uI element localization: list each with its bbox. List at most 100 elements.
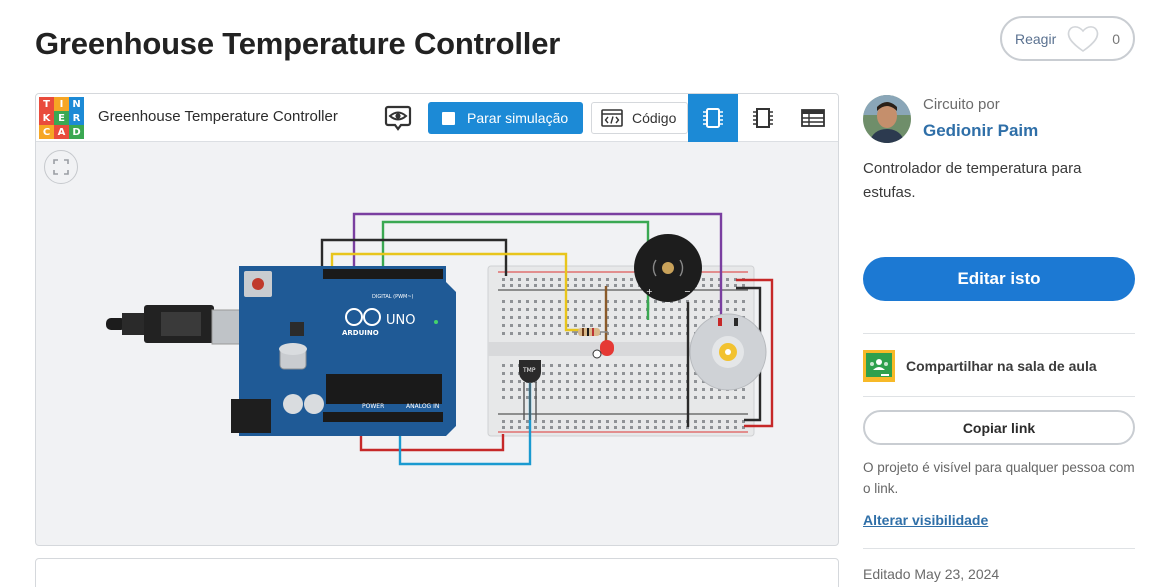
breadboard-hole	[566, 364, 569, 367]
breadboard-hole	[662, 426, 665, 429]
divider	[863, 396, 1135, 397]
breadboard-hole	[542, 420, 545, 423]
piezo-buzzer[interactable]: + −	[634, 234, 702, 302]
copy-link-button[interactable]: Copiar link	[863, 410, 1135, 445]
eye-icon	[384, 105, 412, 131]
breadboard-hole	[510, 324, 513, 327]
breadboard-hole	[542, 380, 545, 383]
preview-eye-button[interactable]	[384, 104, 412, 132]
breadboard-hole	[670, 420, 673, 423]
circuit-viewer[interactable]: TIN KER CAD Greenhouse Temperature Control…	[35, 93, 839, 546]
tinkercad-logo[interactable]: TIN KER CAD	[39, 97, 84, 139]
breadboard-hole	[606, 388, 609, 391]
breadboard-hole	[582, 278, 585, 281]
stop-simulation-button[interactable]: Parar simulação	[428, 102, 583, 134]
breadboard-hole	[710, 300, 713, 303]
author-avatar[interactable]	[863, 95, 911, 143]
breadboard-hole	[734, 308, 737, 311]
breadboard-hole	[526, 388, 529, 391]
breadboard-hole	[630, 372, 633, 375]
breadboard-hole	[742, 300, 745, 303]
component-list-button[interactable]	[788, 94, 838, 142]
breadboard-hole	[542, 332, 545, 335]
stop-icon	[442, 111, 455, 125]
change-visibility-link[interactable]: Alterar visibilidade	[863, 512, 988, 528]
breadboard-hole	[542, 278, 545, 281]
breadboard-hole	[526, 426, 529, 429]
breadboard-hole	[510, 308, 513, 311]
breadboard-hole	[662, 380, 665, 383]
breadboard-hole	[510, 396, 513, 399]
edit-this-button[interactable]: Editar isto	[863, 257, 1135, 301]
viewer-toolbar: TIN KER CAD Greenhouse Temperature Control…	[36, 94, 838, 142]
share-classroom-link[interactable]: Compartilhar na sala de aula	[906, 358, 1097, 374]
avatar-image	[863, 95, 911, 143]
breadboard-hole	[670, 364, 673, 367]
breadboard-hole	[590, 308, 593, 311]
breadboard-hole	[710, 284, 713, 287]
breadboard-hole	[598, 364, 601, 367]
breadboard-hole	[662, 420, 665, 423]
logo-letter: D	[69, 125, 84, 139]
breadboard-hole	[566, 380, 569, 383]
breadboard-hole	[510, 332, 513, 335]
code-button[interactable]: Código	[591, 102, 688, 134]
breadboard-hole	[710, 388, 713, 391]
breadboard-hole	[502, 278, 505, 281]
breadboard-hole	[734, 420, 737, 423]
breadboard-hole	[622, 364, 625, 367]
dc-motor[interactable]	[689, 313, 767, 391]
schematic-view-button[interactable]	[738, 94, 788, 142]
breadboard-hole	[542, 426, 545, 429]
board-model-label: UNO	[386, 313, 415, 328]
breadboard-hole	[534, 300, 537, 303]
breadboard-hole	[662, 396, 665, 399]
breadboard-hole	[630, 308, 633, 311]
google-classroom-icon[interactable]	[863, 350, 895, 382]
breadboard-hole	[550, 380, 553, 383]
author-name-link[interactable]: Gedionir Paim	[923, 121, 1038, 141]
heart-icon	[1067, 25, 1099, 52]
breadboard-hole	[558, 332, 561, 335]
breadboard-hole	[598, 316, 601, 319]
breadboard-hole	[638, 308, 641, 311]
breadboard-hole	[502, 324, 505, 327]
circuit-canvas[interactable]: ARDUINO UNO DIGITAL (PWM~) POWER ANALOG …	[36, 142, 838, 546]
breadboard-hole	[734, 284, 737, 287]
breadboard-hole	[598, 284, 601, 287]
circuit-view-button[interactable]	[688, 94, 738, 142]
breadboard-hole	[670, 324, 673, 327]
breadboard-hole	[646, 426, 649, 429]
breadboard-hole	[502, 420, 505, 423]
breadboard-hole	[550, 388, 553, 391]
breadboard-hole	[654, 388, 657, 391]
arduino-uno-board[interactable]: ARDUINO UNO DIGITAL (PWM~) POWER ANALOG …	[231, 266, 456, 436]
breadboard-hole	[646, 388, 649, 391]
breadboard-hole	[654, 364, 657, 367]
breadboard-hole	[734, 396, 737, 399]
breadboard-hole	[582, 364, 585, 367]
breadboard-hole	[630, 396, 633, 399]
breadboard-hole	[614, 364, 617, 367]
breadboard-hole	[534, 420, 537, 423]
react-button[interactable]: Reagir 0	[1000, 16, 1135, 61]
breadboard-hole	[526, 308, 529, 311]
breadboard-hole	[598, 324, 601, 327]
breadboard-hole	[502, 300, 505, 303]
breadboard-hole	[590, 372, 593, 375]
breadboard-hole	[638, 388, 641, 391]
breadboard-hole	[662, 324, 665, 327]
breadboard-hole	[622, 420, 625, 423]
breadboard-hole	[630, 364, 633, 367]
breadboard-hole	[630, 332, 633, 335]
breadboard-hole	[558, 380, 561, 383]
breadboard-hole	[710, 396, 713, 399]
breadboard-hole	[678, 316, 681, 319]
breadboard-hole	[590, 364, 593, 367]
breadboard-hole	[726, 284, 729, 287]
breadboard-hole	[606, 420, 609, 423]
breadboard-hole	[582, 420, 585, 423]
breadboard-hole	[598, 388, 601, 391]
breadboard-hole	[550, 372, 553, 375]
breadboard-hole	[526, 332, 529, 335]
